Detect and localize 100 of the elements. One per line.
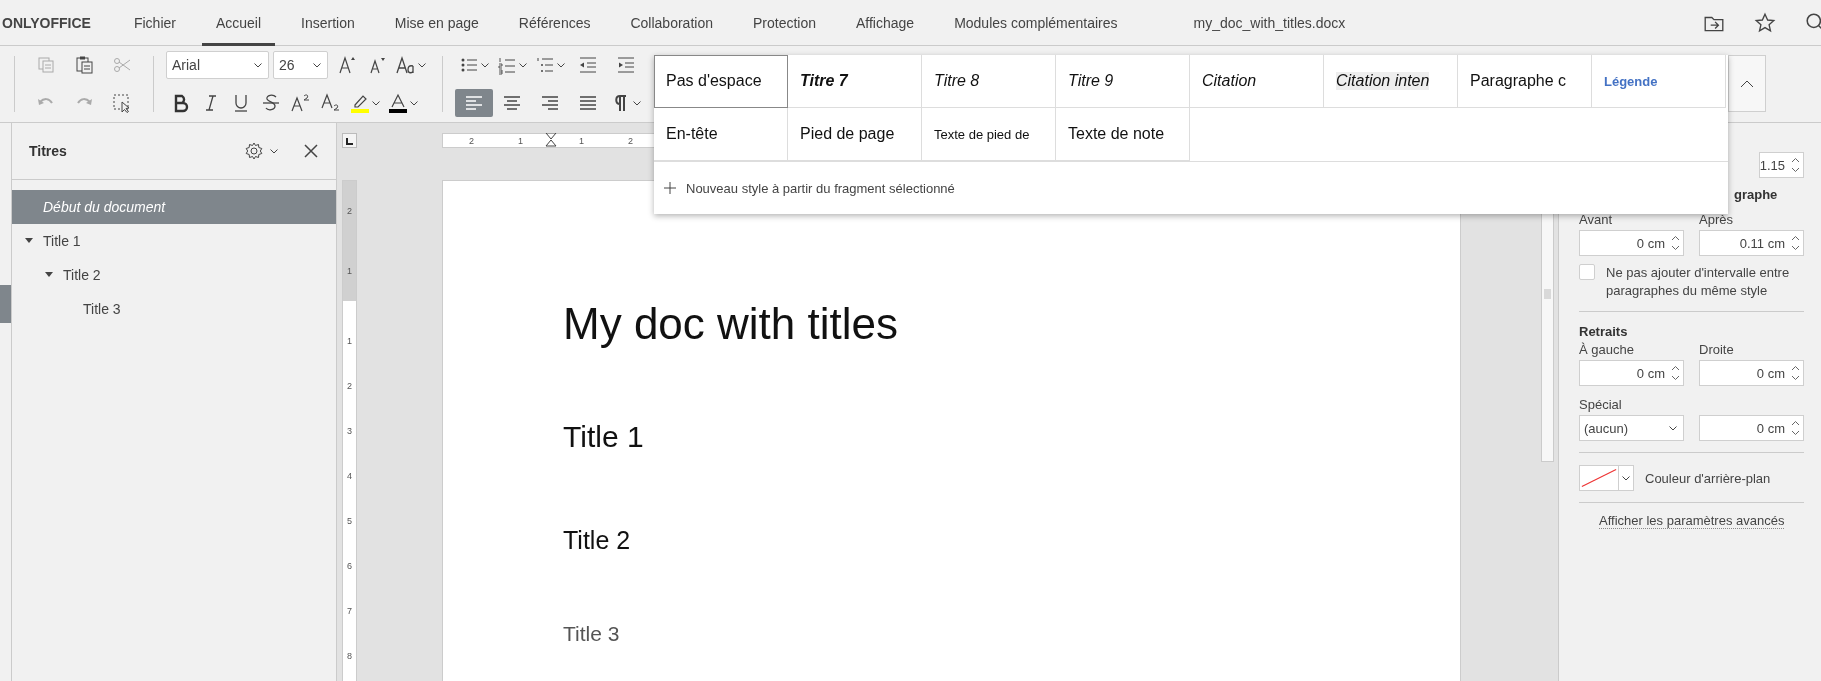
special-indent-field[interactable]: 0 cm xyxy=(1699,415,1804,441)
ruler-number: 2 xyxy=(468,135,475,146)
align-center-icon[interactable] xyxy=(502,94,522,112)
caret-icon[interactable] xyxy=(418,62,426,68)
ruler-number: 3 xyxy=(347,426,352,436)
menu-tab[interactable]: Fichier xyxy=(119,0,190,46)
decrease-indent-icon[interactable] xyxy=(578,55,598,75)
ruler-number: 1 xyxy=(347,266,352,276)
grip-icon[interactable] xyxy=(1544,288,1551,299)
style-option[interactable]: Paragraphe c xyxy=(1458,55,1592,108)
caret-icon[interactable] xyxy=(481,62,489,68)
caret-icon[interactable] xyxy=(1622,475,1630,481)
close-icon[interactable] xyxy=(302,142,320,160)
style-option[interactable]: Pas d'espace xyxy=(654,55,788,108)
document-heading[interactable]: Title 2 xyxy=(563,526,1460,555)
spin-arrows-icon[interactable] xyxy=(1791,365,1800,381)
font-size-select[interactable]: 26 xyxy=(273,51,328,79)
no-color-icon xyxy=(1580,466,1618,490)
style-option[interactable]: Titre 8 xyxy=(922,55,1056,108)
style-option[interactable]: Titre 7 xyxy=(788,55,922,108)
change-case-icon[interactable] xyxy=(396,55,416,75)
strikethrough-icon[interactable] xyxy=(261,93,281,113)
spacing-after-field[interactable]: 0.11 cm xyxy=(1699,230,1804,256)
style-option[interactable]: Texte de note xyxy=(1056,108,1190,161)
menu-tab[interactable]: Références xyxy=(504,0,605,46)
settings-icon[interactable] xyxy=(244,141,264,161)
panel-title: Titres xyxy=(29,143,67,159)
heading-item[interactable]: Title 3 xyxy=(12,292,336,326)
ruler-number: 2 xyxy=(627,135,635,146)
style-option[interactable]: Citation inten xyxy=(1324,55,1458,108)
advanced-settings-link[interactable]: Afficher les paramètres avancés xyxy=(1599,513,1785,529)
caret-icon[interactable] xyxy=(372,100,380,106)
style-option[interactable]: Titre 9 xyxy=(1056,55,1190,108)
caret-icon[interactable] xyxy=(519,62,527,68)
spin-arrows-icon[interactable] xyxy=(1671,365,1680,381)
checkbox-label: Ne pas ajouter d'intervalle entre paragraphes du même style xyxy=(1606,264,1791,300)
caret-icon[interactable] xyxy=(254,62,262,68)
justify-icon[interactable] xyxy=(578,94,598,112)
plus-icon[interactable] xyxy=(664,182,676,194)
style-option[interactable]: Citation xyxy=(1190,55,1324,108)
decrease-font-icon[interactable] xyxy=(367,55,387,75)
left-indent-field[interactable]: 0 cm xyxy=(1579,360,1684,386)
indent-marker-icon[interactable] xyxy=(545,133,558,148)
right-indent-field[interactable]: 0 cm xyxy=(1699,360,1804,386)
heading-item[interactable]: Title 2 xyxy=(12,258,336,292)
ruler-number: 8 xyxy=(347,651,352,661)
select-all-icon[interactable] xyxy=(112,93,132,113)
caret-icon[interactable] xyxy=(313,62,321,68)
app-logo: ONLYOFFICE xyxy=(2,14,91,31)
section-heading: graphe xyxy=(1734,187,1779,202)
menu-tab[interactable]: Affichage xyxy=(842,0,929,46)
style-option[interactable]: Légende xyxy=(1592,55,1726,108)
style-option[interactable]: Pied de page xyxy=(788,108,922,161)
superscript-icon[interactable] xyxy=(291,93,311,113)
document-heading[interactable]: Title 3 xyxy=(563,621,1460,646)
increase-font-icon[interactable] xyxy=(337,55,357,75)
heading-item[interactable]: Title 1 xyxy=(12,224,336,258)
line-spacing-field[interactable]: 1.15 xyxy=(1758,152,1804,178)
caret-icon[interactable] xyxy=(557,62,565,68)
highlighter-icon[interactable] xyxy=(350,93,370,113)
align-left-button[interactable] xyxy=(455,89,493,117)
paste-icon[interactable] xyxy=(74,55,94,75)
menu-tab[interactable]: Insertion xyxy=(287,0,369,46)
caret-down-icon[interactable] xyxy=(25,238,33,244)
chevron-up-icon[interactable] xyxy=(1740,79,1754,88)
spin-arrows-icon[interactable] xyxy=(1671,235,1680,251)
style-option[interactable]: Texte de pied de xyxy=(922,108,1056,161)
spin-arrows-icon[interactable] xyxy=(1791,157,1800,173)
font-color-icon[interactable] xyxy=(388,93,408,113)
document-heading[interactable]: My doc with titles xyxy=(563,299,1460,350)
document-heading[interactable]: Title 1 xyxy=(563,419,1460,455)
special-indent-select[interactable]: (aucun) xyxy=(1579,415,1684,441)
color-picker-button[interactable] xyxy=(1579,465,1634,491)
caret-icon[interactable] xyxy=(633,100,641,106)
menu-tab[interactable]: Collaboration xyxy=(616,0,727,46)
align-right-icon[interactable] xyxy=(540,94,560,112)
multilevel-list-icon[interactable] xyxy=(535,55,555,75)
caret-icon[interactable] xyxy=(1669,425,1677,431)
caret-icon[interactable] xyxy=(270,148,278,154)
caret-icon[interactable] xyxy=(410,100,418,106)
menu-tab[interactable]: Accueil xyxy=(201,0,276,46)
ruler-number: 5 xyxy=(347,516,352,526)
checkbox[interactable] xyxy=(1579,264,1595,280)
font-name-select[interactable]: Arial xyxy=(166,51,269,79)
menu-tab[interactable]: Protection xyxy=(738,0,830,46)
spin-arrows-icon[interactable] xyxy=(1791,420,1800,436)
new-style-button[interactable]: Nouveau style à partir du fragment sélectionné xyxy=(664,180,955,196)
spacing-before-field[interactable]: 0 cm xyxy=(1579,230,1684,256)
ruler-number: 1 xyxy=(578,135,586,146)
increase-indent-icon[interactable] xyxy=(616,55,636,75)
heading-item[interactable]: Début du document xyxy=(12,190,336,224)
star-icon[interactable] xyxy=(1754,11,1776,34)
menu-tab[interactable]: Modules complémentaires xyxy=(940,0,1132,46)
menu-tab[interactable]: Mise en page xyxy=(380,0,493,46)
style-option[interactable]: En-tête xyxy=(654,108,788,161)
subscript-icon[interactable] xyxy=(321,93,341,113)
caret-down-icon[interactable] xyxy=(45,272,53,278)
align-left-icon[interactable] xyxy=(464,94,484,112)
ruler-number: 7 xyxy=(347,606,352,616)
spin-arrows-icon[interactable] xyxy=(1791,235,1800,251)
